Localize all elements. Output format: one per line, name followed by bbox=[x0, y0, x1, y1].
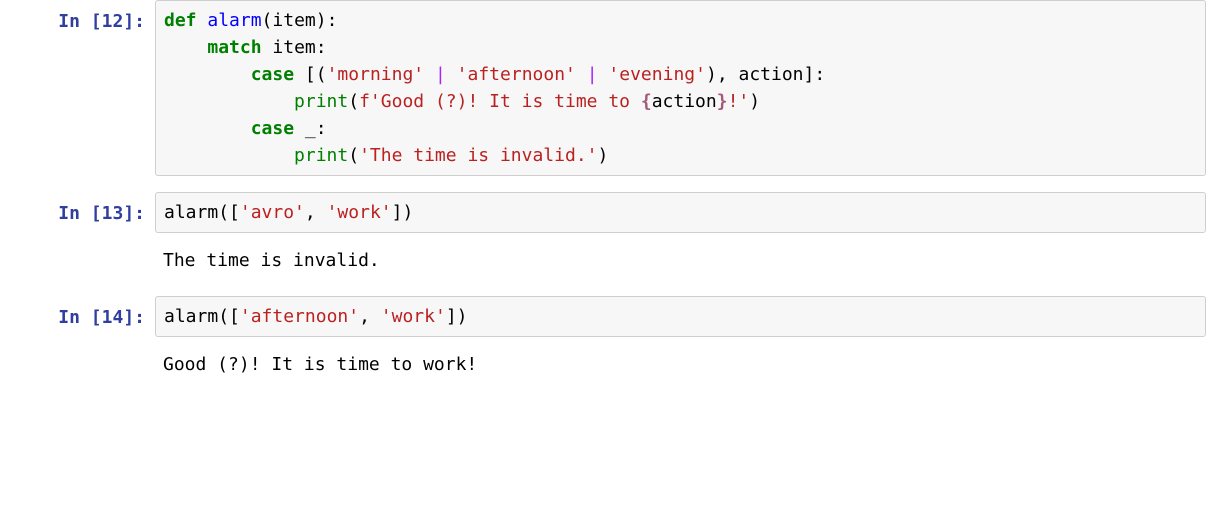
lparen: ( bbox=[316, 64, 327, 85]
kw-match: match bbox=[207, 37, 261, 58]
cell-input-13: In [13]: alarm(['avro', 'work']) bbox=[0, 192, 1206, 233]
space bbox=[370, 306, 381, 327]
colon: : bbox=[814, 64, 825, 85]
fstr-part2: ! bbox=[728, 91, 739, 112]
prompt-number: 13 bbox=[102, 203, 124, 224]
code-input-area[interactable]: alarm(['afternoon', 'work']) bbox=[155, 296, 1206, 337]
str-afternoon: 'afternoon' bbox=[457, 64, 576, 85]
cell-output-13: The time is invalid. bbox=[0, 241, 1206, 280]
space bbox=[294, 118, 305, 139]
str-morning: 'morning' bbox=[327, 64, 425, 85]
colon: : bbox=[316, 37, 327, 58]
str-invalid: 'The time is invalid.' bbox=[359, 145, 597, 166]
space bbox=[576, 64, 587, 85]
arg-open: ([ bbox=[218, 306, 240, 327]
code-input-area[interactable]: def alarm(item): match item: case [('mor… bbox=[155, 0, 1206, 176]
interp-lbrace: { bbox=[641, 91, 652, 112]
fstr-close: ' bbox=[738, 91, 749, 112]
f-prefix: f bbox=[359, 91, 370, 112]
prompt-prefix: In [ bbox=[58, 203, 101, 224]
code-input-area[interactable]: alarm(['avro', 'work']) bbox=[155, 192, 1206, 233]
input-prompt: In [12]: bbox=[0, 0, 155, 35]
output-text: Good (?)! It is time to work! bbox=[155, 345, 1206, 384]
output-text: The time is invalid. bbox=[155, 241, 1206, 280]
kw-case: case bbox=[251, 64, 294, 85]
input-prompt: In [14]: bbox=[0, 296, 155, 331]
paren-close: ) bbox=[749, 91, 760, 112]
cell-input-14: In [14]: alarm(['afternoon', 'work']) bbox=[0, 296, 1206, 337]
colon: : bbox=[316, 118, 327, 139]
space bbox=[316, 202, 327, 223]
arg-close: ]) bbox=[392, 202, 414, 223]
paren-open: ( bbox=[348, 91, 359, 112]
fstr-open: ' bbox=[370, 91, 381, 112]
cell-output-14: Good (?)! It is time to work! bbox=[0, 345, 1206, 384]
arg-s1: 'afternoon' bbox=[240, 306, 359, 327]
underscore: _ bbox=[305, 118, 316, 139]
space bbox=[598, 64, 609, 85]
arg-close: ]) bbox=[446, 306, 468, 327]
comma: , bbox=[305, 202, 316, 223]
interp-rbrace: } bbox=[717, 91, 728, 112]
arg-s2: 'work' bbox=[327, 202, 392, 223]
space bbox=[197, 10, 208, 31]
output-prompt-spacer bbox=[0, 345, 155, 353]
interp-name: action bbox=[652, 91, 717, 112]
fn-name: alarm bbox=[207, 10, 261, 31]
comma: , bbox=[359, 306, 370, 327]
prompt-number: 12 bbox=[102, 11, 124, 32]
prompt-prefix: In [ bbox=[58, 11, 101, 32]
space bbox=[446, 64, 457, 85]
action-id: action bbox=[739, 64, 804, 85]
arg-s2: 'work' bbox=[381, 306, 446, 327]
space bbox=[294, 64, 305, 85]
pipe-op: | bbox=[435, 64, 446, 85]
pipe-op: | bbox=[587, 64, 598, 85]
builtin-print: print bbox=[294, 91, 348, 112]
prompt-suffix: ]: bbox=[123, 307, 145, 328]
param: item bbox=[272, 10, 315, 31]
colon: : bbox=[327, 10, 338, 31]
comma: , bbox=[717, 64, 728, 85]
kw-def: def bbox=[164, 10, 197, 31]
str-evening: 'evening' bbox=[608, 64, 706, 85]
paren-open: ( bbox=[348, 145, 359, 166]
arg-s1: 'avro' bbox=[240, 202, 305, 223]
paren-open: ( bbox=[262, 10, 273, 31]
cell-input-12: In [12]: def alarm(item): match item: ca… bbox=[0, 0, 1206, 176]
indent bbox=[164, 37, 207, 58]
fstr-part1: Good (?)! It is time to bbox=[381, 91, 641, 112]
paren-close: ) bbox=[316, 10, 327, 31]
indent bbox=[164, 145, 294, 166]
rparen: ) bbox=[706, 64, 717, 85]
indent bbox=[164, 91, 294, 112]
prompt-number: 14 bbox=[102, 307, 124, 328]
indent bbox=[164, 118, 251, 139]
builtin-print: print bbox=[294, 145, 348, 166]
arg-open: ([ bbox=[218, 202, 240, 223]
prompt-suffix: ]: bbox=[123, 203, 145, 224]
call-fn: alarm bbox=[164, 202, 218, 223]
space bbox=[728, 64, 739, 85]
indent bbox=[164, 64, 251, 85]
call-fn: alarm bbox=[164, 306, 218, 327]
input-prompt: In [13]: bbox=[0, 192, 155, 227]
kw-case: case bbox=[251, 118, 294, 139]
lbracket: [ bbox=[305, 64, 316, 85]
rbracket: ] bbox=[804, 64, 815, 85]
paren-close: ) bbox=[598, 145, 609, 166]
space bbox=[262, 37, 273, 58]
match-subject: item bbox=[272, 37, 315, 58]
prompt-suffix: ]: bbox=[123, 11, 145, 32]
output-prompt-spacer bbox=[0, 241, 155, 249]
space bbox=[424, 64, 435, 85]
prompt-prefix: In [ bbox=[58, 307, 101, 328]
